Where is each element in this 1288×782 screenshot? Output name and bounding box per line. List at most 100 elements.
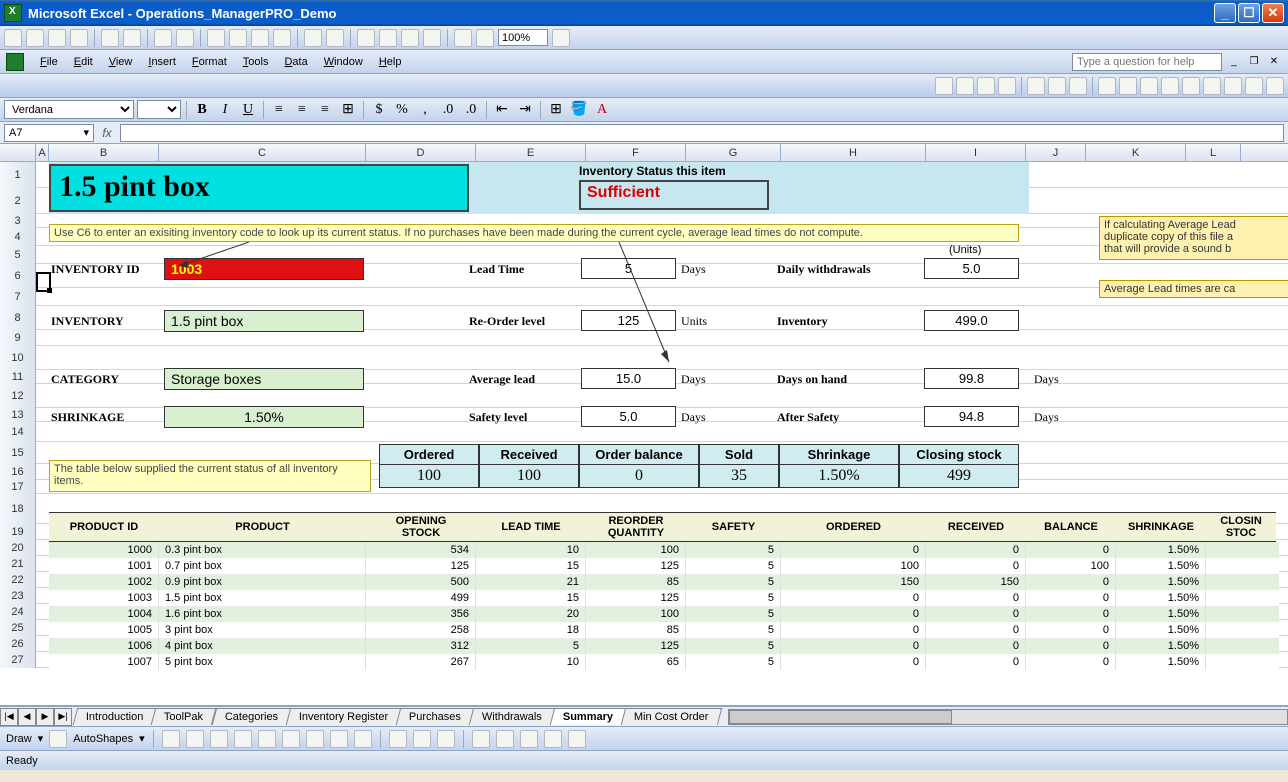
- research-icon[interactable]: [176, 29, 194, 47]
- paste-icon[interactable]: [251, 29, 269, 47]
- sheet-tab[interactable]: Inventory Register: [286, 708, 402, 725]
- close-button[interactable]: ✕: [1262, 3, 1284, 23]
- sort-desc-icon[interactable]: [423, 29, 441, 47]
- doc-minimize-button[interactable]: _: [1226, 54, 1242, 70]
- merge-center-button[interactable]: ⊞: [338, 100, 358, 120]
- minimize-button[interactable]: _: [1214, 3, 1236, 23]
- col-header[interactable]: L: [1186, 144, 1241, 162]
- row-header[interactable]: 21: [0, 556, 36, 572]
- row-header[interactable]: 19: [0, 524, 36, 540]
- tb2-icon[interactable]: [1203, 77, 1221, 95]
- maximize-button[interactable]: ☐: [1238, 3, 1260, 23]
- tab-nav-prev[interactable]: ◀: [18, 708, 36, 726]
- decrease-indent-button[interactable]: ⇤: [492, 100, 512, 120]
- worksheet-area[interactable]: A B C D E F G H I J K L 1234567891011121…: [0, 144, 1288, 706]
- row-header[interactable]: 23: [0, 588, 36, 604]
- sheet-tab[interactable]: Categories: [211, 708, 291, 725]
- zoom-select[interactable]: [498, 29, 548, 46]
- sheet-tab[interactable]: Summary: [550, 708, 627, 725]
- sheet-tab[interactable]: Min Cost Order: [621, 708, 722, 725]
- menu-file[interactable]: File: [32, 54, 66, 70]
- clipart-icon[interactable]: [330, 730, 348, 748]
- menu-data[interactable]: Data: [276, 54, 315, 70]
- name-box[interactable]: A7▾: [4, 124, 94, 142]
- help-search-input[interactable]: [1072, 53, 1222, 71]
- row-header[interactable]: 9: [0, 330, 36, 346]
- tb2-icon[interactable]: [1048, 77, 1066, 95]
- arrow-icon[interactable]: [186, 730, 204, 748]
- line-color-icon[interactable]: [413, 730, 431, 748]
- table-row[interactable]: 10053 pint box258188550001.50%: [49, 622, 1279, 638]
- hyperlink-icon[interactable]: [357, 29, 375, 47]
- row-header[interactable]: 24: [0, 604, 36, 620]
- redo-icon[interactable]: [326, 29, 344, 47]
- underline-button[interactable]: U: [238, 100, 258, 120]
- row-header[interactable]: 3: [0, 214, 36, 228]
- row-header[interactable]: 25: [0, 620, 36, 636]
- menu-window[interactable]: Window: [316, 54, 371, 70]
- col-header[interactable]: E: [476, 144, 586, 162]
- fx-label[interactable]: fx: [98, 124, 116, 142]
- rectangle-icon[interactable]: [210, 730, 228, 748]
- col-header[interactable]: D: [366, 144, 476, 162]
- tb2-icon[interactable]: [1161, 77, 1179, 95]
- autosum-icon[interactable]: [379, 29, 397, 47]
- menu-format[interactable]: Format: [184, 54, 235, 70]
- line-style-icon[interactable]: [472, 730, 490, 748]
- row-header[interactable]: 6: [0, 264, 36, 288]
- save-icon[interactable]: [48, 29, 66, 47]
- shadow-icon[interactable]: [544, 730, 562, 748]
- row-header[interactable]: 17: [0, 480, 36, 494]
- drawing-icon[interactable]: [476, 29, 494, 47]
- doc-restore-button[interactable]: ❐: [1246, 54, 1262, 70]
- tab-nav-last[interactable]: ▶|: [54, 708, 72, 726]
- decrease-decimal-button[interactable]: .0: [461, 100, 481, 120]
- row-header[interactable]: 14: [0, 422, 36, 442]
- col-header[interactable]: J: [1026, 144, 1086, 162]
- sort-asc-icon[interactable]: [401, 29, 419, 47]
- table-row[interactable]: 10041.6 pint box3562010050001.50%: [49, 606, 1279, 622]
- bold-button[interactable]: B: [192, 100, 212, 120]
- increase-decimal-button[interactable]: .0: [438, 100, 458, 120]
- row-header[interactable]: 1: [0, 162, 36, 188]
- tb2-icon[interactable]: [1098, 77, 1116, 95]
- tb2-icon[interactable]: [1224, 77, 1242, 95]
- col-header[interactable]: G: [686, 144, 781, 162]
- fill-color-button[interactable]: 🪣: [569, 100, 589, 120]
- row-header[interactable]: 2: [0, 188, 36, 214]
- oval-icon[interactable]: [234, 730, 252, 748]
- row-header[interactable]: 4: [0, 228, 36, 246]
- row-header[interactable]: 10: [0, 346, 36, 370]
- app-icon[interactable]: [6, 53, 24, 71]
- help-icon[interactable]: [552, 29, 570, 47]
- table-row[interactable]: 10064 pint box312512550001.50%: [49, 638, 1279, 654]
- tb2-icon[interactable]: [1266, 77, 1284, 95]
- font-select[interactable]: Verdana: [4, 100, 134, 119]
- undo-icon[interactable]: [304, 29, 322, 47]
- font-size-select[interactable]: [137, 100, 181, 119]
- align-left-button[interactable]: ≡: [269, 100, 289, 120]
- col-header[interactable]: H: [781, 144, 926, 162]
- open-icon[interactable]: [26, 29, 44, 47]
- tb2-icon[interactable]: [977, 77, 995, 95]
- font-color-icon[interactable]: [437, 730, 455, 748]
- row-header[interactable]: 20: [0, 540, 36, 556]
- tb2-icon[interactable]: [1027, 77, 1045, 95]
- row-header[interactable]: 27: [0, 652, 36, 668]
- horizontal-scrollbar[interactable]: [728, 709, 1288, 725]
- sheet-tab[interactable]: ToolPak: [151, 708, 217, 725]
- table-row[interactable]: 10075 pint box267106550001.50%: [49, 654, 1279, 670]
- dash-style-icon[interactable]: [496, 730, 514, 748]
- sheet-tab[interactable]: Purchases: [396, 708, 475, 725]
- tb2-icon[interactable]: [1069, 77, 1087, 95]
- select-all-corner[interactable]: [0, 144, 36, 162]
- row-header[interactable]: 7: [0, 288, 36, 306]
- format-painter-icon[interactable]: [273, 29, 291, 47]
- align-center-button[interactable]: ≡: [292, 100, 312, 120]
- chart-wizard-icon[interactable]: [454, 29, 472, 47]
- tb2-icon[interactable]: [935, 77, 953, 95]
- fill-color-icon[interactable]: [389, 730, 407, 748]
- print-preview-icon[interactable]: [123, 29, 141, 47]
- menu-view[interactable]: View: [101, 54, 141, 70]
- tab-nav-first[interactable]: |◀: [0, 708, 18, 726]
